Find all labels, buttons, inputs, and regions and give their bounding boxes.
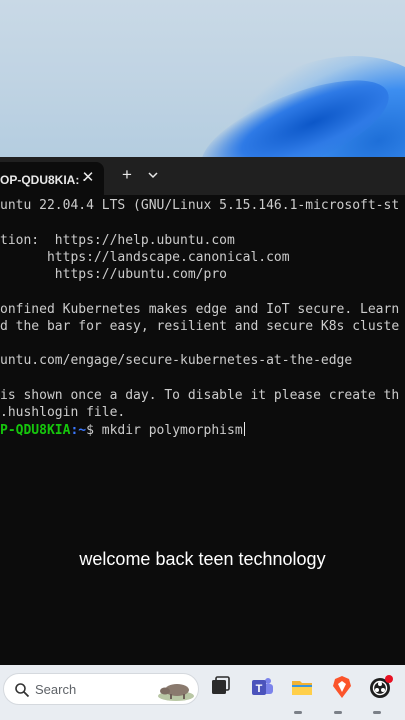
- terminal-line: https://landscape.canonical.com: [0, 250, 290, 265]
- brave-browser-icon[interactable]: [329, 674, 355, 700]
- task-view-icon[interactable]: [207, 674, 233, 700]
- search-placeholder: Search: [35, 682, 77, 697]
- terminal-tab-title: OP-QDU8KIA: ·: [0, 173, 87, 187]
- active-app-indicator: [334, 711, 342, 714]
- terminal-tab[interactable]: OP-QDU8KIA: · ✕: [0, 162, 104, 195]
- terminal-tab-bar: OP-QDU8KIA: · ✕ +: [0, 157, 405, 195]
- search-icon: [15, 683, 30, 698]
- svg-text:T: T: [256, 683, 263, 695]
- text-cursor: [243, 422, 245, 436]
- command-input[interactable]: mkdir polymorphism: [102, 423, 243, 438]
- search-highlight-image: [158, 684, 194, 701]
- taskbar: Search T: [0, 665, 405, 720]
- terminal-line: tion: https://help.ubuntu.com: [0, 233, 235, 248]
- taskbar-search-box[interactable]: Search: [3, 673, 199, 705]
- prompt-user: P-QDU8KIA: [0, 423, 71, 438]
- active-app-indicator: [294, 711, 302, 714]
- terminal-line: https://ubuntu.com/pro: [0, 267, 227, 282]
- teams-icon[interactable]: T: [249, 674, 275, 700]
- chevron-down-icon[interactable]: [146, 167, 160, 183]
- desktop-wallpaper: [0, 0, 405, 157]
- new-tab-icon[interactable]: +: [119, 166, 135, 184]
- terminal-line: .hushlogin file.: [0, 405, 126, 420]
- terminal-line: d the bar for easy, resilient and secure…: [0, 319, 400, 334]
- terminal-prompt-line[interactable]: P-QDU8KIA:~$ mkdir polymorphism: [0, 422, 245, 439]
- terminal-line: onfined Kubernetes makes edge and IoT se…: [0, 302, 400, 317]
- video-caption: welcome back teen technology: [79, 549, 326, 569]
- terminal-line: untu 22.04.4 LTS (GNU/Linux 5.15.146.1-m…: [0, 198, 400, 213]
- active-app-indicator: [373, 711, 381, 714]
- file-explorer-icon[interactable]: [289, 674, 315, 700]
- terminal-output[interactable]: untu 22.04.4 LTS (GNU/Linux 5.15.146.1-m…: [0, 197, 405, 439]
- prompt-symbol: $: [86, 423, 102, 438]
- terminal-line: is shown once a day. To disable it pleas…: [0, 388, 400, 403]
- prompt-path: :~: [70, 423, 87, 438]
- terminal-line: untu.com/engage/secure-kubernetes-at-the…: [0, 353, 353, 368]
- close-tab-icon[interactable]: ✕: [80, 170, 96, 186]
- terminal-window[interactable]: OP-QDU8KIA: · ✕ + untu 22.04.4 LTS (GNU/…: [0, 157, 405, 665]
- obs-icon[interactable]: [368, 674, 394, 700]
